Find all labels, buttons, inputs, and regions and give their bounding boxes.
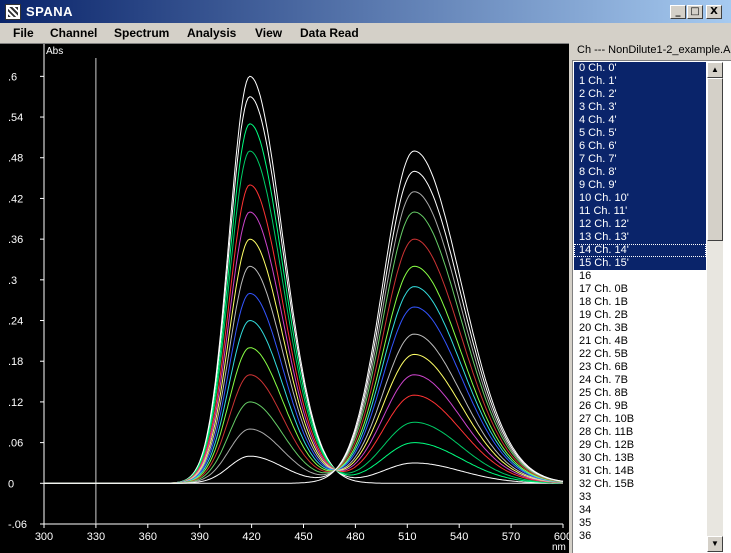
x-tick-label: 480 [346, 531, 364, 543]
channel-item[interactable]: 35 [574, 517, 706, 530]
channel-item[interactable]: 18 Ch. 1B [574, 296, 706, 309]
y-tick-label: .06 [8, 438, 23, 450]
x-tick-label: 390 [191, 531, 209, 543]
channel-item[interactable]: 27 Ch. 10B [574, 413, 706, 426]
series-line-2 [44, 123, 563, 484]
channel-item[interactable]: 13 Ch. 13' [574, 231, 706, 244]
menu-spectrum[interactable]: Spectrum [114, 26, 169, 40]
menu-file[interactable]: File [13, 26, 34, 40]
y-tick-label: .54 [8, 112, 23, 124]
channel-item[interactable]: 31 Ch. 14B [574, 465, 706, 478]
channel-item[interactable]: 12 Ch. 12' [574, 218, 706, 231]
y-axis-label: Abs [46, 46, 63, 57]
scroll-up-button[interactable]: ▲ [707, 62, 723, 78]
y-tick-label: .12 [8, 397, 23, 409]
scroll-thumb[interactable] [707, 78, 723, 241]
y-tick-label: .24 [8, 316, 23, 328]
y-tick-label: .36 [8, 234, 23, 246]
channel-item[interactable]: 17 Ch. 0B [574, 283, 706, 296]
channel-item[interactable]: 1 Ch. 1' [574, 75, 706, 88]
y-tick-label: .48 [8, 153, 23, 165]
channel-item[interactable]: 4 Ch. 4' [574, 114, 706, 127]
y-tick-label: .6 [8, 71, 17, 83]
scroll-down-button[interactable]: ▼ [707, 536, 723, 552]
x-tick-label: 330 [87, 531, 105, 543]
channel-item[interactable]: 23 Ch. 6B [574, 361, 706, 374]
y-tick-label: .18 [8, 356, 23, 368]
menu-bar: File Channel Spectrum Analysis View Data… [0, 23, 731, 43]
x-tick-label: 420 [242, 531, 260, 543]
channel-item[interactable]: 32 Ch. 15B [574, 478, 706, 491]
channel-item[interactable]: 5 Ch. 5' [574, 127, 706, 140]
channel-item[interactable]: 25 Ch. 8B [574, 387, 706, 400]
channel-item[interactable]: 24 Ch. 7B [574, 374, 706, 387]
y-tick-label: -.06 [8, 519, 27, 531]
menu-channel[interactable]: Channel [50, 26, 97, 40]
menu-analysis[interactable]: Analysis [187, 26, 236, 40]
channel-item[interactable]: 6 Ch. 6' [574, 140, 706, 153]
minimize-button[interactable]: _ [670, 5, 686, 19]
menu-data-read[interactable]: Data Read [300, 26, 359, 40]
channel-header: Ch --- NonDilute1-2_example.AN [577, 44, 731, 56]
channel-list[interactable]: 0 Ch. 0' 1 Ch. 1' 2 Ch. 2' 3 Ch. 3' 4 Ch. 4'… [572, 60, 731, 553]
channel-item[interactable]: 14 Ch. 14' [574, 244, 706, 257]
channel-item[interactable]: 20 Ch. 3B [574, 322, 706, 335]
channel-item[interactable]: 36 [574, 530, 706, 543]
channel-item[interactable]: 10 Ch. 10' [574, 192, 706, 205]
channel-panel: Ch --- NonDilute1-2_example.AN 0 Ch. 0' 1… [569, 43, 731, 553]
x-tick-label: 300 [35, 531, 53, 543]
channel-item[interactable]: 0 Ch. 0' [574, 62, 706, 75]
close-button[interactable]: X [706, 5, 722, 19]
channel-item[interactable]: 15 Ch. 15' [574, 257, 706, 270]
channel-item[interactable]: 16 [574, 270, 706, 283]
channel-item[interactable]: 8 Ch. 8' [574, 166, 706, 179]
channel-item[interactable]: 2 Ch. 2' [574, 88, 706, 101]
maximize-button[interactable]: □ [687, 5, 703, 19]
window-title: SPANA [26, 4, 74, 19]
menu-view[interactable]: View [255, 26, 282, 40]
y-tick-label: 0 [8, 478, 14, 490]
spectrum-chart[interactable]: -.06 0 .06 .12 .18 .24 .3 .36 .42 .48 .54 .6 300 330 3… [0, 44, 569, 553]
channel-item[interactable]: 29 Ch. 12B [574, 439, 706, 452]
channel-list-items[interactable]: 0 Ch. 0' 1 Ch. 1' 2 Ch. 2' 3 Ch. 3' 4 Ch. 4'… [574, 62, 706, 543]
title-bar: SPANA _ □ X [0, 0, 731, 23]
x-tick-label: 450 [294, 531, 312, 543]
channel-item[interactable]: 3 Ch. 3' [574, 101, 706, 114]
x-tick-label: 540 [450, 531, 468, 543]
series-line-4 [44, 184, 564, 484]
channel-item[interactable]: 26 Ch. 9B [574, 400, 706, 413]
channel-list-scrollbar[interactable]: ▲ ▼ [707, 62, 723, 552]
x-tick-label: 570 [502, 531, 520, 543]
x-axis-label: nm [552, 542, 566, 553]
channel-item[interactable]: 28 Ch. 11B [574, 426, 706, 439]
channel-item[interactable]: 30 Ch. 13B [574, 452, 706, 465]
channel-item[interactable]: 19 Ch. 2B [574, 309, 706, 322]
channel-item[interactable]: 33 [574, 491, 706, 504]
channel-item[interactable]: 11 Ch. 11' [574, 205, 706, 218]
y-tick-label: .42 [8, 193, 23, 205]
app-icon[interactable] [5, 4, 21, 20]
y-tick-label: .3 [8, 275, 17, 287]
x-tick-label: 360 [139, 531, 157, 543]
channel-item[interactable]: 22 Ch. 5B [574, 348, 706, 361]
channel-item[interactable]: 34 [574, 504, 706, 517]
channel-item[interactable]: 21 Ch. 4B [574, 335, 706, 348]
spectrum-plot[interactable]: -.06 0 .06 .12 .18 .24 .3 .36 .42 .48 .54 .6 300 330 3… [0, 43, 569, 553]
channel-item[interactable]: 7 Ch. 7' [574, 153, 706, 166]
channel-item[interactable]: 9 Ch. 9' [574, 179, 706, 192]
x-tick-label: 510 [398, 531, 416, 543]
